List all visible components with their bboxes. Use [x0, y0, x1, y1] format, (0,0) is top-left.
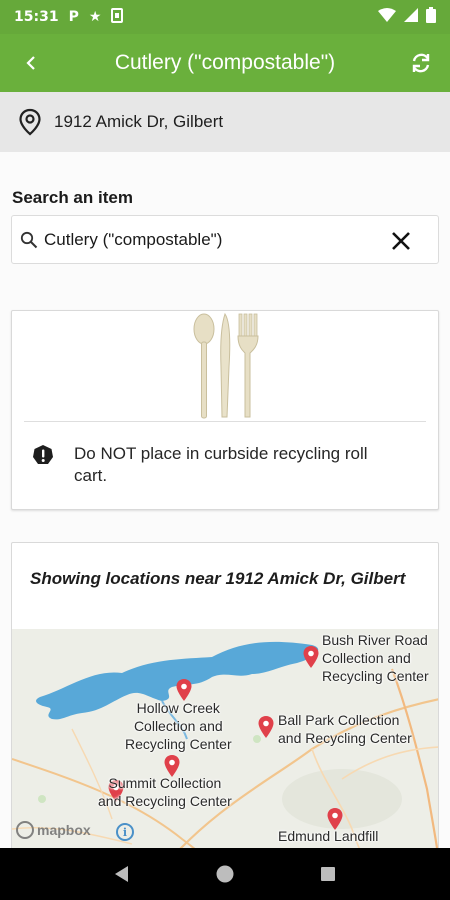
chevron-left-icon	[26, 56, 35, 70]
refresh-button[interactable]	[406, 48, 436, 78]
alert-icon	[33, 445, 53, 464]
search-value: Cutlery ("compostable")	[44, 229, 223, 249]
compostable-cutlery-image	[193, 312, 259, 419]
app-bar: Cutlery ("compostable")	[0, 34, 450, 92]
nav-recents-button[interactable]	[313, 859, 343, 889]
clear-search-button[interactable]	[388, 228, 414, 254]
close-icon	[392, 232, 410, 250]
page-title: Cutlery ("compostable")	[114, 51, 336, 74]
location-bar[interactable]: 1912 Amick Dr, Gilbert	[0, 92, 450, 152]
map-label-line: Recycling Center	[125, 736, 232, 752]
map-label-line: Bush River Road	[322, 632, 428, 648]
search-icon	[20, 231, 38, 248]
wifi-icon	[378, 8, 396, 26]
map-pin-icon	[19, 108, 41, 136]
location-pin-icon[interactable]	[176, 679, 192, 701]
search-label: Search an item	[12, 188, 133, 207]
refresh-icon	[412, 53, 430, 73]
status-bar: 15:31 P ★	[0, 0, 450, 34]
back-button[interactable]	[16, 48, 46, 78]
nav-back-button[interactable]	[107, 859, 137, 889]
battery-icon	[426, 7, 436, 27]
card-divider	[24, 421, 426, 422]
signal-icon	[404, 8, 418, 26]
location-pin-icon[interactable]	[258, 716, 274, 738]
disposal-notice: Do NOT place in curbside recycling roll …	[32, 443, 384, 487]
location-pin-icon[interactable]	[303, 646, 319, 668]
star-icon: ★	[88, 9, 102, 25]
map-label-line: Collection and	[322, 650, 411, 666]
map-label-line: Summit Collection	[108, 775, 222, 791]
sim-card-icon	[111, 7, 124, 27]
locations-card: Showing locations near 1912 Amick Dr, Gi…	[11, 542, 439, 848]
system-nav-bar	[0, 848, 450, 900]
mapbox-logo-text: mapbox	[37, 822, 91, 838]
map-label-edmund: Edmund Landfill	[278, 827, 378, 845]
map-label-line: and Recycling Center	[278, 730, 412, 746]
location-address: 1912 Amick Dr, Gilbert	[54, 112, 224, 131]
search-input[interactable]: Cutlery ("compostable")	[11, 215, 439, 264]
nav-back-icon	[114, 866, 128, 882]
map-label-line: Ball Park Collection	[278, 712, 400, 728]
map-label-line: Edmund Landfill	[278, 828, 379, 844]
parking-icon: P	[68, 9, 79, 25]
notice-text: Do NOT place in curbside recycling roll …	[74, 444, 368, 485]
map-label-bush-river: Bush River Road Collection and Recycling…	[322, 631, 429, 685]
map-label-line: Hollow Creek	[136, 700, 220, 716]
info-icon[interactable]: i	[116, 823, 134, 841]
item-card: Do NOT place in curbside recycling roll …	[11, 310, 439, 510]
map-label-summit: Summit Collection and Recycling Center	[98, 774, 232, 810]
map-label-line: Recycling Center	[322, 668, 429, 684]
nav-home-icon	[216, 865, 234, 883]
map-label-line: and Recycling Center	[98, 793, 232, 809]
map-label-line: Collection and	[133, 718, 223, 734]
map-heading: Showing locations near 1912 Amick Dr, Gi…	[30, 569, 406, 588]
mapbox-logo-icon	[16, 821, 34, 839]
map-view[interactable]: Bush River Road Collection and Recycling…	[12, 629, 438, 848]
status-time: 15:31	[14, 9, 59, 25]
main-content: Search an item Cutlery ("compostable") D…	[0, 152, 450, 848]
map-label-hollow-creek: Hollow Creek Collection and Recycling Ce…	[125, 699, 232, 753]
nav-recents-icon	[321, 867, 336, 881]
mapbox-logo[interactable]: mapbox	[16, 821, 91, 839]
nav-home-button[interactable]	[210, 859, 240, 889]
map-label-ball-park: Ball Park Collection and Recycling Cente…	[278, 711, 412, 747]
